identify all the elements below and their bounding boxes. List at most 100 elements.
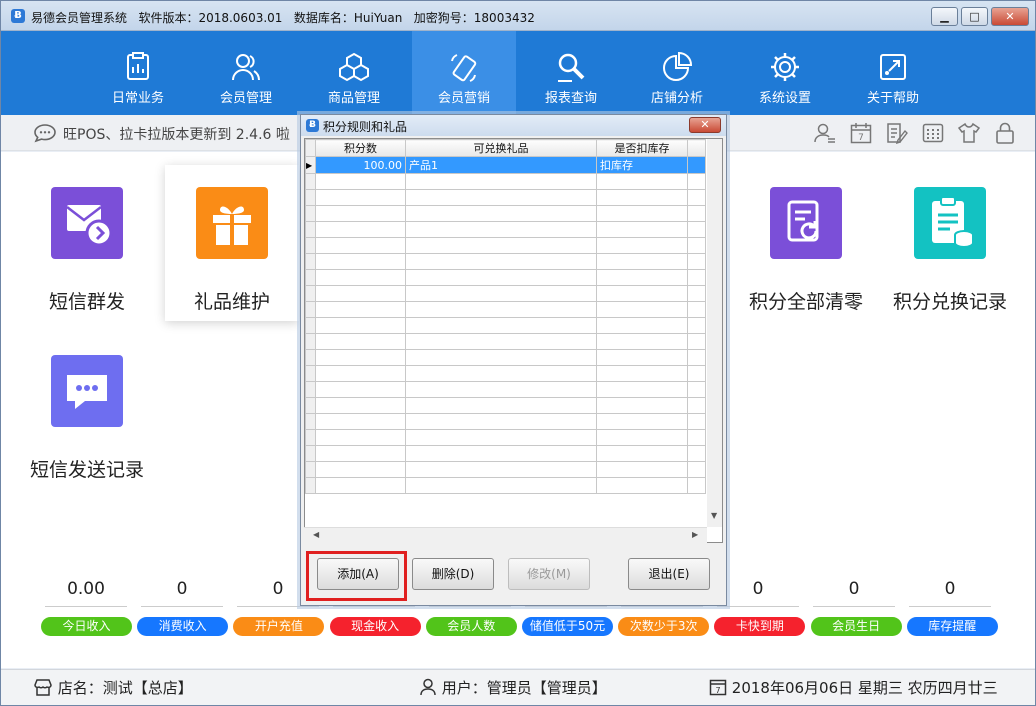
row-header[interactable] — [305, 461, 316, 478]
table-cell[interactable] — [596, 317, 688, 334]
table-cell[interactable] — [315, 445, 406, 462]
table-cell[interactable] — [405, 445, 597, 462]
table-row[interactable] — [305, 429, 706, 446]
table-cell[interactable] — [315, 413, 406, 430]
rules-grid[interactable]: 积分数 可兑换礼品 是否扣库存 ▶ 100.00 产品1 扣库存 — [304, 138, 723, 543]
row-header[interactable] — [305, 173, 316, 190]
lock-icon[interactable] — [993, 122, 1017, 144]
table-cell[interactable] — [405, 269, 597, 286]
table-cell[interactable] — [405, 365, 597, 382]
nav-item-3[interactable]: 商品管理 — [302, 31, 406, 115]
row-header[interactable] — [305, 205, 316, 222]
nav-item-1[interactable]: 日常业务 — [86, 31, 190, 115]
table-cell[interactable] — [596, 349, 688, 366]
row-header[interactable] — [305, 301, 316, 318]
table-cell[interactable] — [596, 269, 688, 286]
table-cell[interactable] — [315, 173, 406, 190]
row-header[interactable] — [305, 221, 316, 238]
scroll-left-arrow-icon[interactable]: ◀ — [313, 530, 319, 539]
table-row[interactable] — [305, 173, 706, 190]
table-cell[interactable] — [596, 237, 688, 254]
table-cell[interactable] — [315, 381, 406, 398]
table-cell[interactable] — [596, 301, 688, 318]
row-header[interactable] — [305, 445, 316, 462]
close-button[interactable]: ✕ — [991, 7, 1029, 26]
table-cell[interactable] — [315, 269, 406, 286]
table-cell[interactable] — [315, 253, 406, 270]
edit-note-icon[interactable] — [885, 122, 909, 144]
nav-item-6[interactable]: 店铺分析 — [625, 31, 729, 115]
vertical-scrollbar[interactable]: ▼ — [707, 139, 722, 527]
table-cell[interactable] — [405, 413, 597, 430]
table-row[interactable] — [305, 221, 706, 238]
table-cell[interactable] — [596, 461, 688, 478]
table-cell[interactable] — [315, 221, 406, 238]
member-icon[interactable] — [813, 122, 837, 144]
row-header[interactable] — [305, 397, 316, 414]
maximize-button[interactable]: □ — [961, 7, 988, 26]
column-header-points[interactable]: 积分数 — [315, 139, 406, 157]
nav-item-4[interactable]: 会员营销 — [412, 31, 516, 115]
row-header[interactable] — [305, 365, 316, 382]
minimize-button[interactable]: ▁ — [931, 7, 958, 26]
row-header[interactable] — [305, 413, 316, 430]
row-header[interactable] — [305, 333, 316, 350]
table-row[interactable] — [305, 253, 706, 270]
tile-sms-broadcast[interactable]: 短信群发 — [20, 165, 154, 321]
row-header[interactable] — [305, 253, 316, 270]
table-row[interactable] — [305, 237, 706, 254]
scroll-down-arrow-icon[interactable]: ▼ — [711, 511, 717, 520]
table-row[interactable] — [305, 333, 706, 350]
table-cell[interactable] — [596, 285, 688, 302]
table-cell[interactable] — [405, 397, 597, 414]
table-row[interactable] — [305, 189, 706, 206]
nav-item-7[interactable]: 系统设置 — [733, 31, 837, 115]
table-cell[interactable] — [315, 429, 406, 446]
scroll-right-arrow-icon[interactable]: ▶ — [692, 530, 698, 539]
table-cell[interactable] — [596, 221, 688, 238]
table-cell[interactable] — [315, 365, 406, 382]
table-row[interactable]: ▶ 100.00 产品1 扣库存 — [305, 156, 706, 174]
table-cell[interactable] — [405, 189, 597, 206]
table-cell[interactable] — [315, 477, 406, 494]
table-cell[interactable] — [596, 365, 688, 382]
exit-button[interactable]: 退出(E) — [628, 558, 710, 590]
table-cell[interactable] — [596, 205, 688, 222]
stat-badge-9[interactable]: 会员生日 — [810, 617, 902, 636]
table-cell[interactable] — [315, 461, 406, 478]
row-header[interactable] — [305, 317, 316, 334]
table-cell[interactable] — [315, 285, 406, 302]
row-header[interactable] — [305, 189, 316, 206]
table-cell[interactable] — [405, 333, 597, 350]
table-cell[interactable] — [405, 429, 597, 446]
row-header[interactable] — [305, 285, 316, 302]
table-cell[interactable] — [405, 317, 597, 334]
row-header[interactable] — [305, 381, 316, 398]
table-row[interactable] — [305, 205, 706, 222]
table-cell[interactable] — [315, 237, 406, 254]
table-cell[interactable] — [405, 221, 597, 238]
notice-text[interactable]: 旺POS、拉卡拉版本更新到 2.4.6 啦 — [63, 124, 290, 144]
row-header[interactable] — [305, 269, 316, 286]
row-header[interactable] — [305, 429, 316, 446]
table-cell[interactable] — [596, 381, 688, 398]
column-header-gift[interactable]: 可兑换礼品 — [405, 139, 597, 157]
table-row[interactable] — [305, 397, 706, 414]
table-row[interactable] — [305, 365, 706, 382]
stat-badge-7[interactable]: 次数少于3次 — [618, 617, 710, 636]
nav-item-8[interactable]: 关于帮助 — [841, 31, 945, 115]
table-cell[interactable] — [405, 461, 597, 478]
tile-gift-maintenance[interactable]: 礼品维护 — [165, 165, 299, 321]
table-cell[interactable] — [315, 397, 406, 414]
modify-button[interactable]: 修改(M) — [508, 558, 590, 590]
delete-button[interactable]: 删除(D) — [412, 558, 494, 590]
table-cell[interactable]: 产品1 — [405, 156, 597, 174]
stat-badge-3[interactable]: 开户充值 — [233, 617, 325, 636]
row-header[interactable] — [305, 477, 316, 494]
table-cell[interactable] — [596, 477, 688, 494]
table-row[interactable] — [305, 445, 706, 462]
stat-badge-8[interactable]: 卡快到期 — [714, 617, 806, 636]
stat-badge-10[interactable]: 库存提醒 — [906, 617, 998, 636]
stat-badge-4[interactable]: 现金收入 — [329, 617, 421, 636]
table-cell[interactable] — [405, 237, 597, 254]
